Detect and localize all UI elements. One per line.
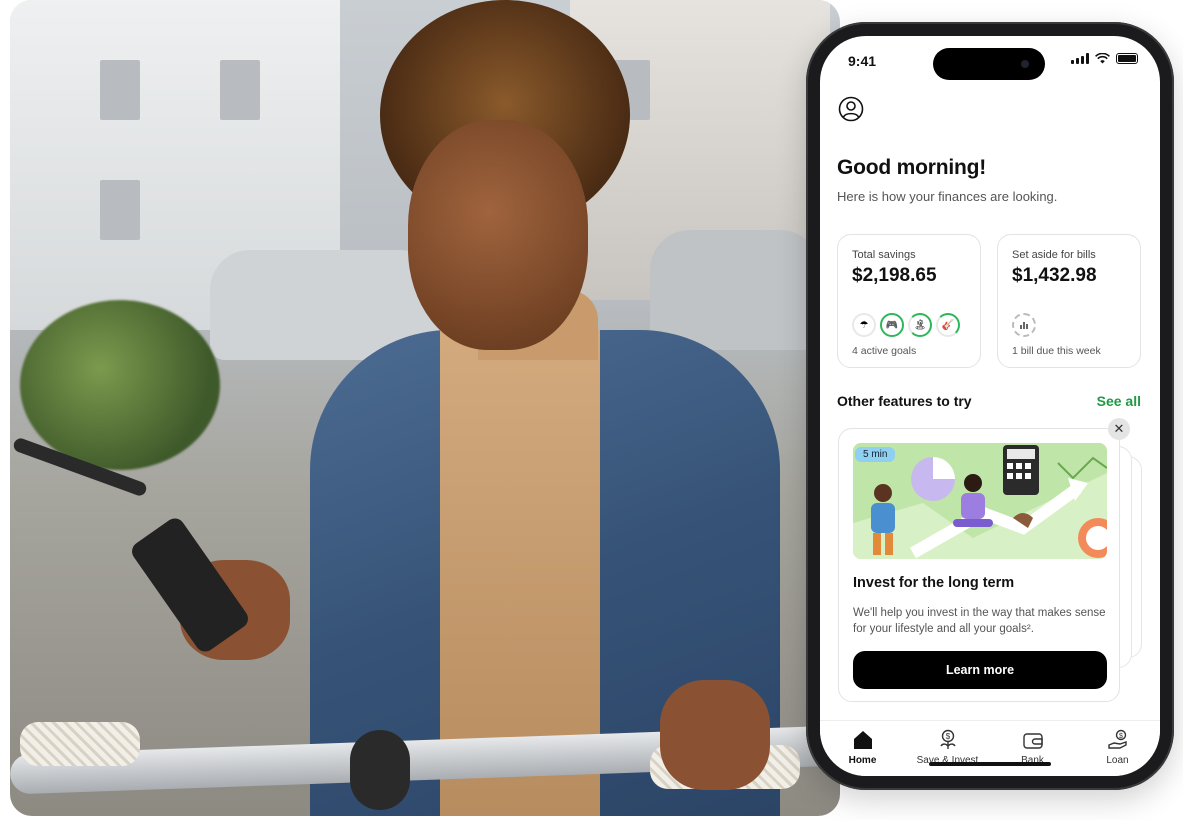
bike-bell [350,730,410,810]
save-invest-icon: $ [939,729,956,749]
wallet-icon [1022,733,1043,749]
greeting-subtitle: Here is how your finances are looking. [837,189,1058,204]
status-time: 9:41 [848,53,877,69]
status-bar: 9:41 [820,36,1160,84]
bike-grip [20,722,140,766]
home-icon [853,731,872,749]
savings-label: Total savings [852,249,916,261]
island-icon: 🏝 [908,313,932,337]
savings-card[interactable]: Total savings $2,198.65 ☂ 🎮 🏝 🎸 4 active… [837,234,981,368]
lifestyle-photo [10,0,840,816]
face [408,120,588,350]
loan-icon: $ [1107,729,1127,749]
tab-label: Home [848,755,877,766]
dynamic-island [933,48,1045,80]
feature-card[interactable]: 5 min Invest for the long term We'll hel… [838,428,1120,702]
home-indicator [929,762,1051,766]
greeting-title: Good morning! [837,156,987,179]
building-window [220,60,260,120]
hand [660,680,770,790]
gamepad-icon: 🎮 [880,313,904,337]
see-all-link[interactable]: See all [1097,393,1141,409]
plant [20,300,220,470]
tab-home[interactable]: Home [820,721,905,776]
section-title: Other features to try [837,393,972,409]
signal-icon [1071,53,1089,64]
bills-card[interactable]: Set aside for bills $1,432.98 1 bill due… [997,234,1141,368]
bills-amount: $1,432.98 [1012,265,1097,286]
bottom-tab-bar: Home $ Save & Invest Bank $ Loan [820,720,1160,776]
close-icon[interactable]: ✕ [1108,418,1130,440]
feature-title: Invest for the long term [853,575,1015,591]
building-window [100,180,140,240]
guitar-icon: 🎸 [936,313,960,337]
parked-car [650,230,820,350]
active-goals-text: 4 active goals [852,345,917,357]
svg-text:$: $ [1119,733,1123,740]
building-window [100,60,140,120]
bills-due-text: 1 bill due this week [1012,345,1101,357]
svg-text:$: $ [945,732,950,741]
umbrella-icon: ☂ [852,313,876,337]
tab-label: Loan [1106,755,1129,766]
tab-save-invest[interactable]: $ Save & Invest [905,721,990,776]
bill-chart-icon [1012,313,1036,337]
phone-screen: 9:41 Good morning! Here is how your fina… [820,36,1160,776]
savings-amount: $2,198.65 [852,265,937,286]
learn-more-button[interactable]: Learn more [853,651,1107,689]
battery-icon [1116,53,1138,64]
tab-bank[interactable]: Bank [990,721,1075,776]
wifi-icon [1095,53,1110,64]
system-icons [1071,53,1138,64]
feature-description: We'll help you invest in the way that ma… [853,607,1106,635]
duration-badge: 5 min [855,447,896,462]
tab-loan[interactable]: $ Loan [1075,721,1160,776]
profile-icon[interactable] [838,96,864,122]
phone-device: 9:41 Good morning! Here is how your fina… [806,22,1174,790]
goal-icons: ☂ 🎮 🏝 🎸 [852,313,960,337]
bills-label: Set aside for bills [1012,249,1096,261]
